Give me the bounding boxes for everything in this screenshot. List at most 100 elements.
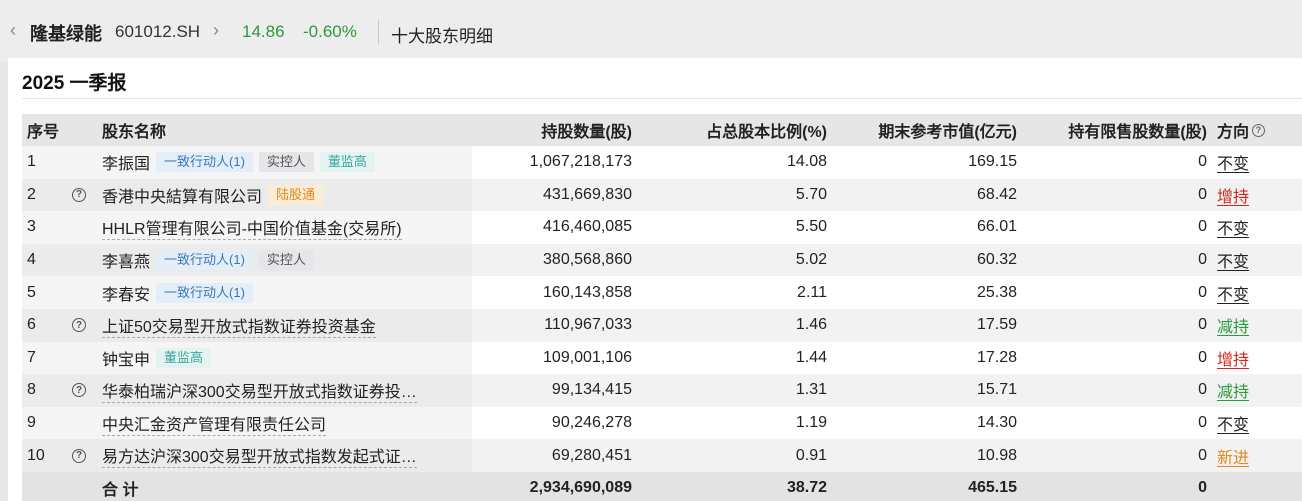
report-period: 2025 一季报: [22, 73, 127, 94]
table-row[interactable]: 5 李春安 一致行动人(1) 160,143,858 2.11 25.38 0 不变: [22, 276, 1302, 309]
shareholder-name[interactable]: HHLR管理有限公司-中国价值基金(交易所): [102, 215, 402, 240]
direction-cell: 减持: [1217, 309, 1249, 342]
direction-link[interactable]: 不变: [1217, 248, 1249, 272]
direction-cell: 不变: [1217, 407, 1249, 440]
shareholder-name[interactable]: 易方达沪深300交易型开放式指数发起式证…: [102, 443, 417, 469]
row-no: 3: [27, 218, 36, 236]
direction-cell: 增持: [1217, 179, 1249, 212]
cell-shares: 110,967,033: [544, 316, 632, 334]
question-icon[interactable]: ?: [72, 374, 86, 407]
direction-cell: 不变: [1217, 276, 1249, 309]
cell-restricted: 0: [1198, 316, 1207, 334]
holder-tag[interactable]: 一致行动人(1): [156, 152, 253, 173]
divider: [378, 20, 379, 44]
shareholder-name[interactable]: 钟宝申: [102, 346, 150, 370]
cell-shares: 99,134,415: [551, 381, 632, 399]
question-icon[interactable]: ?: [72, 439, 86, 472]
page-title: 十大股东明细: [391, 27, 493, 46]
cell-pct: 14.08: [786, 153, 827, 171]
total-value: 465.15: [968, 479, 1017, 497]
direction-link[interactable]: 新进: [1217, 444, 1249, 468]
cell-restricted: 0: [1198, 283, 1207, 301]
shareholder-cell: 上证50交易型开放式指数证券投资基金: [102, 309, 376, 342]
cell-value: 25.38: [976, 283, 1017, 301]
question-circle-icon[interactable]: ?: [72, 383, 86, 398]
direction-cell: 新进: [1217, 439, 1249, 472]
direction-link[interactable]: 不变: [1217, 215, 1249, 239]
question-icon[interactable]: ?: [72, 179, 86, 212]
shareholder-cell: 钟宝申 董监高: [102, 342, 212, 375]
cell-restricted: 0: [1198, 251, 1207, 269]
col-header-direction: 方向 ?: [1217, 114, 1266, 146]
col-header-shares[interactable]: 持股数量(股): [541, 114, 632, 146]
table-row[interactable]: 2? 香港中央結算有限公司 陆股通 431,669,830 5.70 68.42 0 增持: [22, 178, 1302, 212]
cell-value: 14.30: [976, 414, 1017, 432]
holder-tag[interactable]: 一致行动人(1): [156, 250, 253, 271]
col-header-value[interactable]: 期末参考市值(亿元): [878, 114, 1017, 146]
direction-cell: 不变: [1217, 146, 1249, 179]
cell-value: 15.71: [976, 381, 1017, 399]
direction-link[interactable]: 不变: [1217, 411, 1249, 435]
direction-link[interactable]: 不变: [1217, 150, 1249, 174]
shareholder-name[interactable]: 香港中央結算有限公司: [102, 183, 262, 207]
row-no: 6: [27, 316, 36, 334]
stock-price: 14.86: [242, 22, 285, 41]
direction-link[interactable]: 增持: [1217, 346, 1249, 370]
cell-value: 68.42: [976, 185, 1017, 203]
direction-cell: 减持: [1217, 374, 1249, 407]
cell-value: 10.98: [976, 446, 1017, 464]
cell-pct: 1.31: [795, 381, 827, 399]
table-row[interactable]: 6? 上证50交易型开放式指数证券投资基金 110,967,033 1.46 17.59…: [22, 308, 1302, 342]
col-header-restricted[interactable]: 持有限售股数量(股): [1068, 114, 1207, 146]
direction-link[interactable]: 减持: [1217, 378, 1249, 402]
table-row[interactable]: 10? 易方达沪深300交易型开放式指数发起式证… 69,280,451 0.91 10…: [22, 439, 1302, 472]
cell-restricted: 0: [1198, 185, 1207, 203]
holder-tag[interactable]: 实控人: [258, 250, 314, 271]
direction-link[interactable]: 增持: [1217, 183, 1249, 207]
total-restricted: 0: [1198, 479, 1207, 497]
shareholder-cell: 李喜燕 一致行动人(1) 实控人: [102, 244, 314, 277]
stock-code[interactable]: 601012.SH: [115, 22, 200, 42]
direction-link[interactable]: 不变: [1217, 281, 1249, 305]
cell-value: 17.59: [976, 316, 1017, 334]
cell-restricted: 0: [1198, 348, 1207, 366]
col-header-direction-label: 方向: [1217, 124, 1250, 141]
question-circle-icon[interactable]: ?: [72, 448, 86, 463]
help-icon[interactable]: ?: [1252, 123, 1266, 137]
table-row[interactable]: 1 李振国 一致行动人(1) 实控人 董监高 1,067,218,173 14.08 169.…: [22, 146, 1302, 179]
cell-value: 66.01: [976, 218, 1017, 236]
row-no: 4: [27, 251, 36, 269]
question-icon[interactable]: ?: [72, 309, 86, 342]
holder-tag[interactable]: 陆股通: [268, 184, 324, 205]
cell-shares: 1,067,218,173: [529, 153, 632, 171]
question-circle-icon[interactable]: ?: [72, 318, 86, 333]
holder-tag[interactable]: 董监高: [319, 152, 375, 173]
shareholder-name[interactable]: 李振国: [102, 150, 150, 174]
question-circle-icon[interactable]: ?: [72, 187, 86, 202]
holder-tag[interactable]: 董监高: [156, 347, 212, 368]
chevron-left-icon[interactable]: ‹: [10, 20, 16, 41]
row-shade: [22, 341, 472, 375]
row-no: 8: [27, 381, 36, 399]
shareholder-name[interactable]: 李喜燕: [102, 248, 150, 272]
shareholder-name[interactable]: 李春安: [102, 281, 150, 305]
table-row[interactable]: 8? 华泰柏瑞沪深300交易型开放式指数证券投… 99,134,415 1.31 15.…: [22, 374, 1302, 407]
table-row[interactable]: 3 HHLR管理有限公司-中国价值基金(交易所) 416,460,085 5.50 66…: [22, 211, 1302, 244]
shareholder-cell: 中央汇金资产管理有限责任公司: [102, 407, 327, 440]
stock-name[interactable]: 隆基绿能: [30, 20, 102, 46]
holder-tag[interactable]: 实控人: [258, 152, 314, 173]
holder-tag[interactable]: 一致行动人(1): [156, 282, 253, 303]
shareholder-name[interactable]: 上证50交易型开放式指数证券投资基金: [102, 313, 376, 338]
table-row[interactable]: 7 钟宝申 董监高 109,001,106 1.44 17.28 0 增持: [22, 341, 1302, 375]
table-row[interactable]: 4 李喜燕 一致行动人(1) 实控人 380,568,860 5.02 60.32 0 不变: [22, 243, 1302, 277]
col-header-pct[interactable]: 占总股本比例(%): [706, 114, 827, 146]
cell-value: 169.15: [968, 153, 1017, 171]
chevron-right-icon[interactable]: ›: [213, 20, 219, 41]
price-change: -0.60%: [303, 22, 357, 41]
cell-restricted: 0: [1198, 153, 1207, 171]
direction-link[interactable]: 减持: [1217, 313, 1249, 337]
shareholder-name[interactable]: 中央汇金资产管理有限责任公司: [102, 411, 327, 436]
table-row[interactable]: 9 中央汇金资产管理有限责任公司 90,246,278 1.19 14.30 0 不变: [22, 406, 1302, 440]
cell-pct: 2.11: [797, 283, 827, 301]
shareholder-name[interactable]: 华泰柏瑞沪深300交易型开放式指数证券投…: [102, 378, 417, 403]
